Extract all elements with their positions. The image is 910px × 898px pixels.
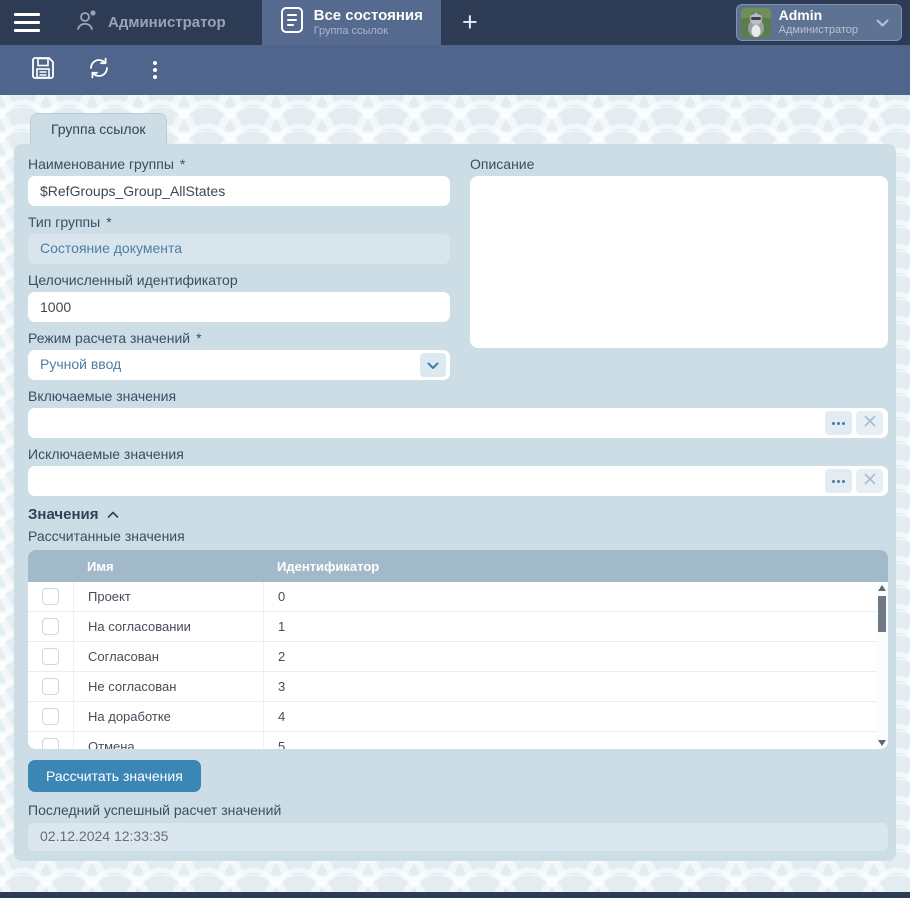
description-label: Описание [470, 156, 888, 172]
row-name: Отмена [73, 732, 263, 749]
tab-group-links[interactable]: Группа ссылок [30, 113, 167, 145]
computed-values-table: Имя Идентификатор Проект 0 На согласован… [28, 550, 888, 749]
row-id: 4 [263, 702, 385, 731]
table-row[interactable]: Проект 0 [28, 582, 888, 612]
row-name: Проект [73, 582, 263, 611]
top-bar: Администратор Все состояния Группа ссыло… [0, 0, 910, 45]
included-values-input[interactable] [28, 408, 888, 438]
included-values-label: Включаемые значения [28, 388, 888, 404]
user-star-icon [74, 9, 98, 37]
row-id: 1 [263, 612, 385, 641]
included-clear-button[interactable] [856, 411, 883, 435]
table-row[interactable]: Согласован 2 [28, 642, 888, 672]
select-dropdown-button[interactable] [420, 353, 446, 377]
row-checkbox[interactable] [42, 678, 59, 695]
row-checkbox[interactable] [42, 648, 59, 665]
toolbar [0, 45, 910, 95]
ellipsis-icon [832, 480, 835, 483]
row-checkbox[interactable] [42, 738, 59, 749]
plus-icon: + [462, 7, 478, 38]
required-asterisk: * [106, 214, 111, 230]
user-menu-button[interactable]: Admin Администратор [736, 4, 902, 41]
excluded-values-input[interactable] [28, 466, 888, 496]
required-asterisk: * [196, 330, 201, 346]
calc-mode-label: Режим расчета значений* [28, 330, 450, 346]
close-icon [864, 414, 876, 432]
tab-subtitle: Группа ссылок [314, 25, 423, 38]
required-asterisk: * [180, 156, 185, 172]
user-name: Admin [779, 7, 858, 25]
refresh-button[interactable] [86, 57, 112, 83]
row-id: 5 [263, 732, 385, 749]
avatar [741, 8, 771, 38]
excluded-lookup-button[interactable] [825, 469, 852, 493]
table-row[interactable]: Отмена 5 [28, 732, 888, 749]
row-id: 3 [263, 672, 385, 701]
calc-mode-value: Ручной ввод [40, 356, 121, 372]
header-name-column: Имя [73, 559, 263, 574]
calculate-values-button[interactable]: Рассчитать значения [28, 760, 201, 792]
chevron-down-icon [876, 19, 889, 27]
int-id-input[interactable] [28, 292, 450, 322]
computed-values-label: Рассчитанные значения [28, 528, 888, 544]
kebab-menu-icon [153, 61, 157, 79]
group-name-label: Наименование группы* [28, 156, 450, 172]
scrollbar-thumb[interactable] [878, 596, 886, 632]
table-row[interactable]: На согласовании 1 [28, 612, 888, 642]
document-icon [280, 6, 304, 39]
table-body: Проект 0 На согласовании 1 Согласован 2 [28, 582, 888, 749]
chevron-up-icon [107, 506, 119, 523]
row-checkbox[interactable] [42, 708, 59, 725]
refresh-icon [86, 55, 112, 86]
description-textarea[interactable] [470, 176, 888, 348]
row-checkbox[interactable] [42, 618, 59, 635]
tab-title: Все состояния [314, 7, 423, 25]
ellipsis-icon [832, 422, 835, 425]
values-section-toggle[interactable]: Значения [28, 506, 888, 523]
row-checkbox[interactable] [42, 588, 59, 605]
last-calc-value: 02.12.2024 12:33:35 [28, 823, 888, 851]
new-tab-button[interactable]: + [441, 0, 499, 45]
save-icon [30, 55, 56, 86]
hamburger-menu-icon[interactable] [0, 0, 52, 45]
row-id: 2 [263, 642, 385, 671]
excluded-values-label: Исключаемые значения [28, 446, 888, 462]
more-actions-button[interactable] [142, 57, 168, 83]
group-type-label: Тип группы* [28, 214, 450, 230]
user-role: Администратор [779, 24, 858, 38]
table-header-row: Имя Идентификатор [28, 550, 888, 582]
save-button[interactable] [30, 57, 56, 83]
topbar-spacer [499, 0, 736, 45]
row-name: Не согласован [73, 672, 263, 701]
chevron-down-icon [427, 357, 439, 373]
row-name: На согласовании [73, 612, 263, 641]
close-icon [864, 472, 876, 490]
administrator-menu-item[interactable]: Администратор [74, 0, 226, 45]
row-name: На доработке [73, 702, 263, 731]
excluded-clear-button[interactable] [856, 469, 883, 493]
form-panel: Наименование группы* Тип группы* Состоян… [14, 144, 896, 861]
tab-all-states[interactable]: Все состояния Группа ссылок [262, 0, 441, 45]
int-id-label: Целочисленный идентификатор [28, 272, 450, 288]
group-type-value: Состояние документа [28, 234, 450, 264]
table-row[interactable]: На доработке 4 [28, 702, 888, 732]
scroll-down-icon[interactable] [878, 740, 886, 746]
scroll-up-icon[interactable] [878, 585, 886, 591]
table-row[interactable]: Не согласован 3 [28, 672, 888, 702]
header-id-column: Идентификатор [263, 559, 385, 574]
values-section-title: Значения [28, 506, 99, 523]
row-name: Согласован [73, 642, 263, 671]
calc-mode-select[interactable]: Ручной ввод [28, 350, 450, 380]
page-background: Группа ссылок Наименование группы* Тип г… [0, 95, 910, 898]
last-calc-label: Последний успешный расчет значений [28, 802, 888, 818]
included-lookup-button[interactable] [825, 411, 852, 435]
row-id: 0 [263, 582, 385, 611]
table-scrollbar[interactable] [876, 582, 888, 749]
administrator-label: Администратор [108, 14, 226, 31]
bottom-bar [0, 892, 910, 898]
group-name-input[interactable] [28, 176, 450, 206]
